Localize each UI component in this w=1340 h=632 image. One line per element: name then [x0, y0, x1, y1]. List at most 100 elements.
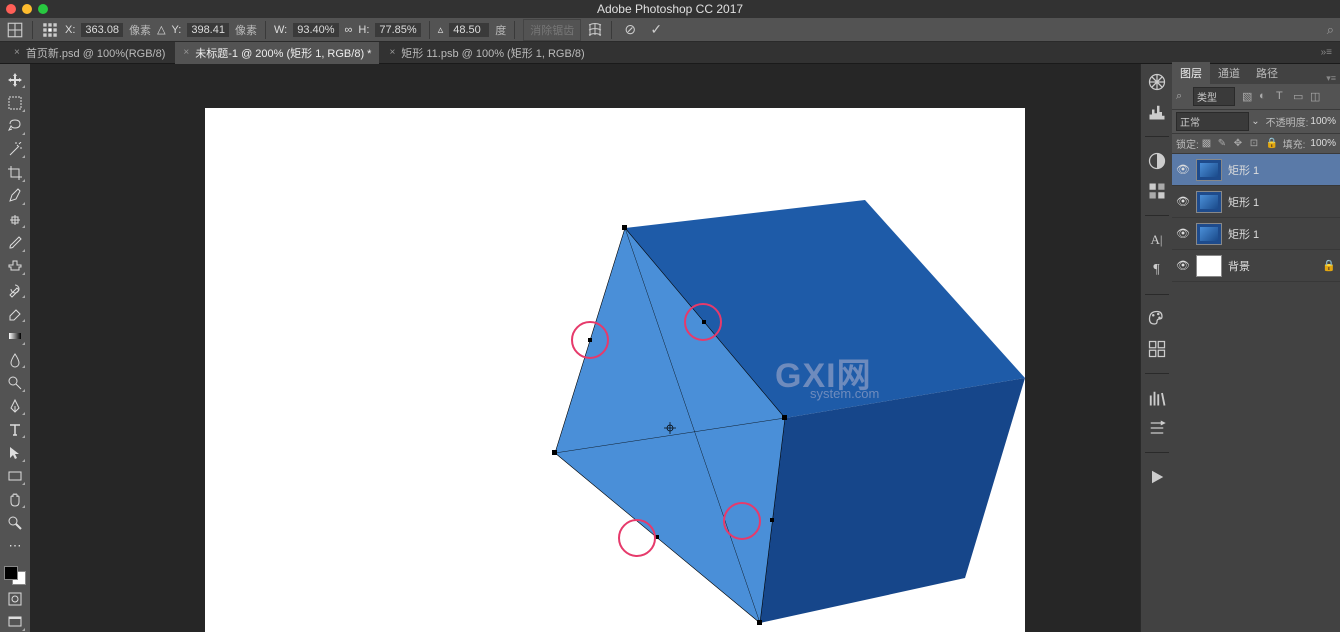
search-icon[interactable]: ⌕: [1327, 22, 1334, 38]
link-icon[interactable]: ∞: [345, 24, 353, 36]
layer-name[interactable]: 矩形 1: [1228, 194, 1259, 210]
reference-point-icon[interactable]: [41, 21, 59, 39]
layer-row[interactable]: 👁 矩形 1: [1172, 154, 1340, 186]
filter-smart-icon[interactable]: ◫: [1310, 90, 1323, 103]
paragraph-panel-icon[interactable]: ¶: [1147, 260, 1167, 280]
w-input[interactable]: 93.40%: [293, 23, 338, 37]
magic-wand-tool[interactable]: [4, 140, 26, 159]
h-input[interactable]: 77.85%: [375, 23, 420, 37]
warp-icon[interactable]: [587, 22, 603, 38]
color-panel-icon[interactable]: [1147, 72, 1167, 92]
character-panel-icon[interactable]: A|: [1147, 230, 1167, 250]
history-brush-tool[interactable]: [4, 280, 26, 299]
actions-panel-icon[interactable]: [1147, 418, 1167, 438]
layer-thumbnail[interactable]: [1196, 159, 1222, 181]
layer-row[interactable]: 👁 矩形 1: [1172, 186, 1340, 218]
marquee-tool[interactable]: [4, 93, 26, 112]
close-icon[interactable]: ×: [389, 47, 395, 58]
tabs-overflow-menu[interactable]: »≡: [1321, 47, 1332, 58]
layer-row[interactable]: 👁 矩形 1: [1172, 218, 1340, 250]
tab-document-2[interactable]: × 矩形 11.psb @ 100% (矩形 1, RGB/8): [381, 42, 592, 64]
histogram-panel-icon[interactable]: [1147, 102, 1167, 122]
visibility-toggle[interactable]: 👁: [1176, 163, 1190, 176]
visibility-toggle[interactable]: 👁: [1176, 195, 1190, 208]
clone-stamp-tool[interactable]: [4, 257, 26, 276]
color-swatches[interactable]: [4, 566, 26, 585]
lock-all-icon[interactable]: 🔒: [1266, 138, 1278, 150]
close-icon[interactable]: ×: [14, 47, 20, 58]
hand-tool[interactable]: [4, 490, 26, 509]
brush-tool[interactable]: [4, 233, 26, 252]
quick-mask-tool[interactable]: [4, 589, 26, 608]
styles-panel-icon[interactable]: [1147, 181, 1167, 201]
tab-paths[interactable]: 路径: [1248, 62, 1286, 84]
lasso-tool[interactable]: [4, 117, 26, 136]
eraser-tool[interactable]: [4, 303, 26, 322]
lock-position-icon[interactable]: ✥: [1234, 138, 1246, 150]
angle-unit: 度: [495, 22, 506, 38]
move-tool[interactable]: [4, 70, 26, 89]
filter-shape-icon[interactable]: ▭: [1293, 90, 1306, 103]
filter-search-icon[interactable]: ⌕: [1176, 90, 1190, 104]
close-window-button[interactable]: [6, 4, 16, 14]
tab-channels[interactable]: 通道: [1210, 62, 1248, 84]
eyedropper-tool[interactable]: [4, 187, 26, 206]
path-selection-tool[interactable]: [4, 443, 26, 462]
gradient-tool[interactable]: [4, 327, 26, 346]
play-panel-icon[interactable]: [1147, 467, 1167, 487]
blur-tool[interactable]: [4, 350, 26, 369]
filter-type-icon[interactable]: T: [1276, 90, 1289, 103]
layer-thumbnail[interactable]: [1196, 191, 1222, 213]
cancel-transform-button[interactable]: ⊘: [620, 21, 640, 38]
layer-thumbnail[interactable]: [1196, 255, 1222, 277]
layer-row[interactable]: 👁 背景 🔒: [1172, 250, 1340, 282]
x-input[interactable]: 363.08: [81, 23, 123, 37]
lock-pixels-icon[interactable]: ✎: [1218, 138, 1230, 150]
angle-input[interactable]: 48.50: [449, 23, 489, 37]
pen-tool[interactable]: [4, 397, 26, 416]
screen-mode-tool[interactable]: [4, 613, 26, 632]
layer-name[interactable]: 矩形 1: [1228, 226, 1259, 242]
toolbox: ⋯: [0, 64, 30, 632]
tab-document-0[interactable]: × 首页新.psd @ 100%(RGB/8): [6, 42, 173, 64]
layer-name[interactable]: 矩形 1: [1228, 162, 1259, 178]
tab-layers[interactable]: 图层: [1172, 62, 1210, 84]
document-canvas[interactable]: GXI网 system.com: [205, 108, 1025, 632]
crop-tool[interactable]: [4, 163, 26, 182]
transform-tool-icon[interactable]: [6, 21, 24, 39]
visibility-toggle[interactable]: 👁: [1176, 227, 1190, 240]
swatches-panel-icon[interactable]: [1147, 309, 1167, 329]
y-input[interactable]: 398.41: [187, 23, 229, 37]
libraries-panel-icon[interactable]: [1147, 388, 1167, 408]
healing-brush-tool[interactable]: [4, 210, 26, 229]
edit-toolbar-button[interactable]: ⋯: [4, 537, 26, 556]
minimize-window-button[interactable]: [22, 4, 32, 14]
visibility-toggle[interactable]: 👁: [1176, 259, 1190, 272]
close-icon[interactable]: ×: [183, 47, 189, 58]
lock-transparency-icon[interactable]: ▩: [1202, 138, 1214, 150]
type-tool[interactable]: [4, 420, 26, 439]
lock-artboard-icon[interactable]: ⊡: [1250, 138, 1262, 150]
canvas-area[interactable]: GXI网 system.com: [30, 64, 1140, 632]
dodge-tool[interactable]: [4, 373, 26, 392]
commit-transform-button[interactable]: ✓: [646, 21, 666, 38]
maximize-window-button[interactable]: [38, 4, 48, 14]
layers-panel: 图层 通道 路径 ▾≡ ⌕ 类型 ▧ ◐ T ▭ ◫ 正常 ⌄ 不透明度: 10…: [1172, 64, 1340, 632]
layer-name[interactable]: 背景: [1228, 258, 1250, 274]
delta-icon[interactable]: △: [157, 23, 165, 36]
antialiasing-button[interactable]: 消除锯齿: [523, 19, 581, 41]
opacity-value[interactable]: 100%: [1310, 116, 1336, 127]
zoom-tool[interactable]: [4, 513, 26, 532]
foreground-color-swatch[interactable]: [4, 566, 18, 580]
rectangle-tool[interactable]: [4, 467, 26, 486]
filter-type-select[interactable]: 类型: [1193, 87, 1235, 106]
info-panel-icon[interactable]: [1147, 339, 1167, 359]
fill-value[interactable]: 100%: [1310, 138, 1336, 149]
filter-pixel-icon[interactable]: ▧: [1242, 90, 1255, 103]
tab-document-1[interactable]: × 未标题-1 @ 200% (矩形 1, RGB/8) *: [175, 42, 379, 64]
blend-mode-select[interactable]: 正常: [1176, 112, 1249, 131]
layer-thumbnail[interactable]: [1196, 223, 1222, 245]
adjustments-panel-icon[interactable]: [1147, 151, 1167, 171]
filter-adjustment-icon[interactable]: ◐: [1259, 90, 1272, 103]
panel-menu-icon[interactable]: ▾≡: [1326, 73, 1336, 84]
